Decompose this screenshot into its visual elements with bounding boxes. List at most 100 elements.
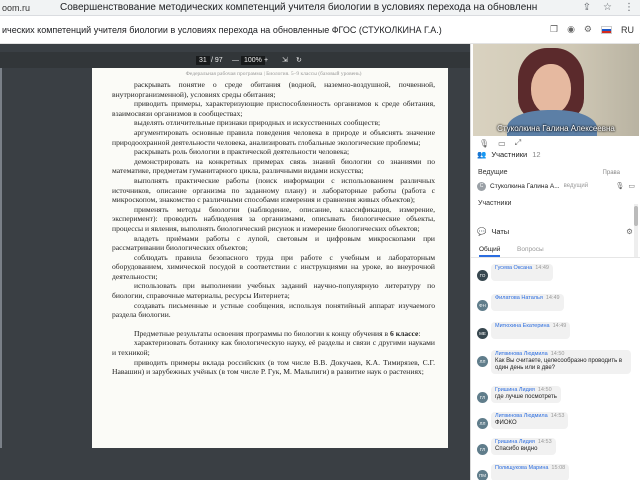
language-flag-icon[interactable] [601,25,612,34]
message-text: Спасибо видно [495,446,538,452]
address-bar[interactable]: oom.ru [0,3,52,13]
avatar: МЕ [477,328,488,339]
participant-name: Стуколкина Галина А... [490,182,560,190]
fit-page-icon[interactable]: ⇲ [282,56,288,64]
browser-bar: oom.ru Совершенствование методических ко… [0,0,640,16]
chat-message: ГЛ Гришина Лидия 14:50 где лучше посмотре… [477,386,633,403]
participants-header[interactable]: 👥 Участники 12 [471,146,640,162]
settings-gear-icon[interactable]: ⚙ [584,24,592,35]
microphone-icon[interactable]: 🎙 [615,182,624,190]
chat-message: МЕ Митюхина Екатерина 14:49 [477,322,633,339]
pdf-results-intro: Предметные результаты освоения программы… [134,328,421,338]
participants-list-label: Участники [478,200,512,207]
pdf-paragraph: выделять отличительные признаки природны… [134,118,381,128]
chat-message: ЛЛ Литвинова Людмила 14:53 ФИОКО [477,412,633,429]
message-text: Как Вы считаете, целесообразно проводить… [495,358,623,371]
avatar: ЛЛ [477,418,488,429]
message-sender: Полищукова Марина [495,465,549,471]
pdf-paragraph: аргументировать основные правила поведен… [112,127,435,147]
chat-settings-icon[interactable]: ⚙ [626,227,633,236]
chat-message: ГО Гусева Оксана 14:49 [477,264,633,281]
pdf-paragraph: приводить примеры вклада российских (в т… [112,357,435,377]
tab-general[interactable]: Общий [479,246,501,257]
pdf-toolbar: 31 / 97 — 100% + ⇲ ↻ [0,52,470,68]
chat-message: ЛЛ Литвинова Людмила 14:50 Как Вы считает… [477,350,633,374]
message-time: 14:50 [550,351,565,357]
pdf-paragraph: создавать письменные и устные сообщения,… [112,300,435,320]
pdf-paragraph: использовать при выполнении учебных зада… [112,281,435,301]
message-text: ФИОКО [495,420,517,426]
avatar: С [477,181,486,191]
pdf-class-bold: 6 классе [390,328,419,338]
message-sender: Филатова Наталья [495,295,543,301]
camera-icon[interactable]: ▭ [628,182,635,190]
message-sender: Литвинова Людмила [495,351,548,357]
chat-message: ГЛ Гришина Лидия 14:53 Спасибо видно [477,438,633,455]
avatar: ГЛ [477,444,488,455]
chat-message: ПМ Полищукова Марина 15:08 [477,464,633,480]
menu-icon[interactable]: ⋮ [624,2,634,13]
chat-header[interactable]: 💬 Чаты ⚙ [471,223,640,239]
chat-tabs: Общий Вопросы [471,244,640,258]
language-selector[interactable]: RU [621,25,634,35]
meeting-title: ических компетенций учителя биологии в у… [2,24,442,35]
message-time: 15:08 [551,465,566,471]
zoom-in-button[interactable]: + [264,57,268,64]
browser-tab-title: Совершенствование методических компетенц… [60,2,538,13]
avatar: ГЛ [477,392,488,403]
pdf-paragraph: приводить примеры, характеризующие присп… [112,99,435,118]
rotate-icon[interactable]: ↻ [296,56,302,64]
avatar: ФН [477,300,488,311]
message-time: 14:50 [537,387,552,393]
avatar: ЛЛ [477,356,488,367]
participants-icon: 👥 [477,149,487,159]
tab-questions[interactable]: Вопросы [517,246,544,253]
copy-icon[interactable]: ❐ [550,24,558,35]
participant-row[interactable]: С Стуколкина Галина А... ведущий 🎙 ▭ [477,179,635,193]
participants-count: 12 [532,149,541,159]
rights-label: Права [602,170,620,176]
meeting-header: ических компетенций учителя биологии в у… [0,16,640,44]
message-sender: Гусева Оксана [495,265,533,271]
chat-messages: ГО Гусева Оксана 14:49 ФН Филатова Наталь… [471,258,640,480]
avatar: ПМ [477,470,488,480]
zoom-level[interactable]: 100% [241,55,265,65]
pdf-paragraph: выполнять практические работы (поиск инф… [112,175,435,205]
speaker-video[interactable]: Стуколкина Галина Алексеевна [473,44,639,136]
message-time: 14:53 [550,413,565,419]
pdf-side-strip [0,68,2,448]
message-time: 14:49 [552,323,567,329]
pdf-page: Федеральная рабочая программа | Биология… [92,68,448,448]
page-number-input[interactable]: 31 [196,55,210,65]
pdf-page-header: Федеральная рабочая программа | Биология… [185,71,362,77]
message-sender: Митюхина Екатерина [495,323,550,329]
pdf-paragraph: соблюдать правила безопасного труда при … [112,252,435,281]
page-total: / 97 [211,56,223,64]
zoom-out-button[interactable]: — [232,57,239,64]
chat-icon: 💬 [477,226,487,236]
right-panel: Стуколкина Галина Алексеевна 🎙 ▭ ⤢ 👥 Уча… [470,44,640,480]
pdf-paragraph: демонстрировать на конкретных примерах с… [112,156,435,176]
pdf-paragraph: применять методы биологии (наблюдение, о… [112,204,435,233]
message-sender: Гришина Лидия [495,387,535,393]
message-time: 14:49 [545,295,560,301]
message-text: где лучше посмотреть [495,394,557,400]
participant-role: ведущий [563,183,589,189]
message-sender: Литвинова Людмила [495,413,548,419]
message-sender: Гришина Лидия [495,439,535,445]
pdf-paragraph: раскрывать понятие о среде обитания (вод… [112,80,435,99]
pdf-paragraph: раскрывать роль биологии в практической … [134,147,350,157]
chat-message: ФН Филатова Наталья 14:49 [477,294,633,311]
message-time: 14:53 [537,439,552,445]
participants-label: Участники [491,149,528,159]
speaker-name: Стуколкина Галина Алексеевна [497,124,615,133]
presenters-label: Ведущие [478,169,508,176]
pdf-paragraph: характеризовать ботанику как биологическ… [112,338,435,358]
record-icon[interactable]: ◉ [567,24,575,35]
share-icon[interactable]: ⇪ [583,2,591,13]
bookmark-star-icon[interactable]: ☆ [603,2,612,13]
pdf-paragraph: владеть приёмами работы с лупой, световы… [112,233,435,253]
avatar: ГО [477,270,488,281]
message-time: 14:49 [535,265,549,271]
chat-label: Чаты [491,226,510,236]
